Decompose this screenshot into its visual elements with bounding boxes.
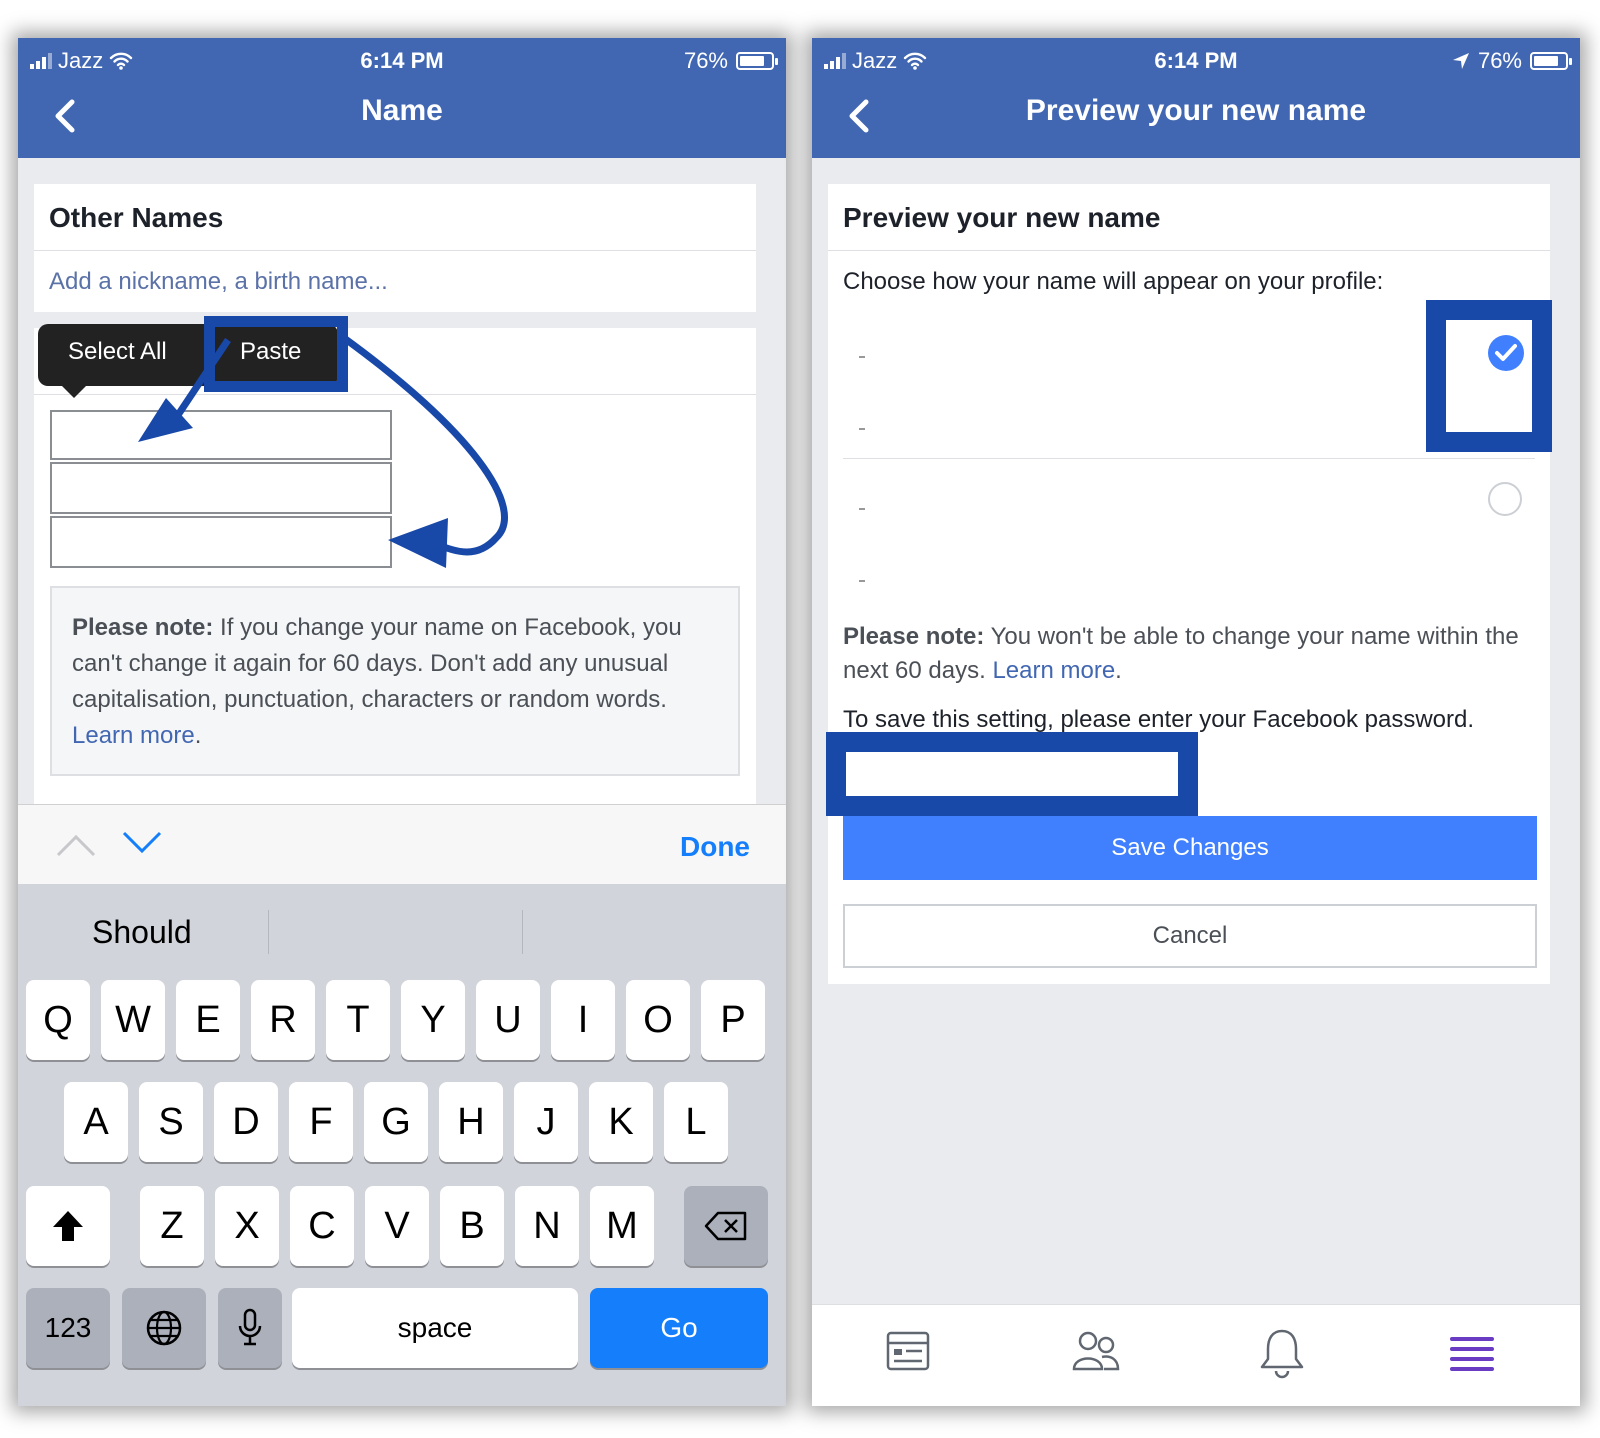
name-option-2-blurred-text [859,508,865,510]
key-t[interactable]: T [326,980,390,1060]
key-j[interactable]: J [514,1082,578,1162]
status-time: 6:14 PM [360,48,444,73]
note-end: . [194,722,202,749]
microphone-icon [238,1308,262,1346]
key-h[interactable]: H [439,1082,503,1162]
battery-percent: 76% [683,48,728,73]
battery-icon [736,52,778,70]
battery-percent: 76% [1477,48,1522,73]
save-changes-button[interactable]: Save Changes [843,816,1537,880]
globe-key[interactable] [122,1288,206,1368]
note-end: . [1115,657,1122,684]
select-all-menu-item[interactable]: Select All [68,338,167,366]
other-names-heading: Other Names [49,202,224,233]
first-name-input[interactable] [50,410,392,460]
next-field-chevron-icon[interactable] [122,831,162,855]
password-prompt: To save this setting, please enter your … [843,706,1475,733]
nav-header: Jazz 6:14 PM 76% Preview your new name [812,38,1580,158]
battery-indicator: 76% [1452,48,1572,74]
notifications-icon[interactable] [1252,1323,1312,1383]
keyboard-toolbar: Done [18,804,786,885]
key-a[interactable]: A [64,1082,128,1162]
name-option-2-blurred-text [859,580,865,582]
choose-name-instruction: Choose how your name will appear on your… [843,268,1384,295]
page-title: Preview your new name [1025,94,1367,127]
key-z[interactable]: Z [140,1186,204,1266]
name-option-1-blurred-text [859,428,865,430]
learn-more-link[interactable]: Learn more [992,657,1115,684]
backspace-icon [704,1211,747,1241]
name-fields-card: Please note: If you change your name on … [34,328,756,818]
preview-card-title: Preview your new name [843,202,1161,233]
menu-pointer [60,384,88,398]
friends-icon[interactable] [1066,1323,1126,1383]
key-u[interactable]: U [476,980,540,1060]
space-key[interactable]: space [292,1288,578,1368]
left-phone-screen: Jazz 6:14 PM 76% Name Other Names Add a … [18,38,786,1406]
page-title: Name [361,94,443,127]
shift-arrow-icon [53,1211,83,1241]
key-k[interactable]: K [589,1082,653,1162]
name-option-1-blurred-text [859,356,865,358]
status-bar: Jazz 6:14 PM 76% [812,42,1580,82]
battery-indicator: 76% [683,48,778,74]
preview-name-card: Preview your new name Choose how your na… [826,184,1552,984]
key-i[interactable]: I [551,980,615,1060]
menu-icon[interactable] [1442,1323,1502,1383]
name-change-note: Please note: You won't be able to change… [843,620,1523,688]
key-m[interactable]: M [590,1186,654,1266]
key-l[interactable]: L [664,1082,728,1162]
key-c[interactable]: C [290,1186,354,1266]
other-names-card: Other Names Add a nickname, a birth name… [34,184,756,312]
backspace-key[interactable] [684,1186,768,1266]
key-s[interactable]: S [139,1082,203,1162]
key-o[interactable]: O [626,980,690,1060]
middle-name-input[interactable] [50,462,392,514]
paste-highlight-box [204,316,348,392]
key-n[interactable]: N [515,1186,579,1266]
shift-key[interactable] [26,1186,110,1266]
key-f[interactable]: F [289,1082,353,1162]
name-option-2[interactable] [843,460,1535,610]
bottom-tab-bar [812,1304,1580,1406]
suggestion-should[interactable]: Should [92,914,192,951]
note-label: Please note: [843,623,985,650]
status-bar: Jazz 6:14 PM 76% [18,42,786,82]
note-label: Please note: [72,614,214,641]
done-button[interactable]: Done [680,831,750,863]
nav-header: Jazz 6:14 PM 76% Name [18,38,786,158]
key-e[interactable]: E [176,980,240,1060]
right-phone-screen: Jazz 6:14 PM 76% Preview your new name P… [812,38,1580,1406]
key-q[interactable]: Q [26,980,90,1060]
key-w[interactable]: W [101,980,165,1060]
key-g[interactable]: G [364,1082,428,1162]
name-policy-note: Please note: If you change your name on … [50,586,740,776]
cancel-button[interactable]: Cancel [843,904,1537,968]
key-p[interactable]: P [701,980,765,1060]
location-arrow-icon [1452,53,1469,69]
last-name-input[interactable] [50,516,392,568]
add-nickname-link[interactable]: Add a nickname, a birth name... [49,268,388,296]
checkmark-highlight-box [1426,300,1552,452]
key-v[interactable]: V [365,1186,429,1266]
unselected-radio-icon[interactable] [1488,482,1522,516]
learn-more-link[interactable]: Learn more [72,722,195,749]
news-feed-icon[interactable] [878,1323,938,1383]
battery-icon [1530,52,1572,70]
key-r[interactable]: R [251,980,315,1060]
keyboard: Should QWERTYUIOP ASDFGHJKL ZXCVBNM 123 … [18,884,786,1406]
go-key[interactable]: Go [590,1288,768,1368]
key-y[interactable]: Y [401,980,465,1060]
dictation-key[interactable] [218,1288,282,1368]
key-d[interactable]: D [214,1082,278,1162]
numbers-key[interactable]: 123 [26,1288,110,1368]
previous-field-chevron-icon[interactable] [56,833,96,857]
password-input[interactable] [846,752,1178,796]
globe-icon [146,1310,182,1346]
predictive-bar: Should [18,884,786,976]
key-x[interactable]: X [215,1186,279,1266]
key-b[interactable]: B [440,1186,504,1266]
